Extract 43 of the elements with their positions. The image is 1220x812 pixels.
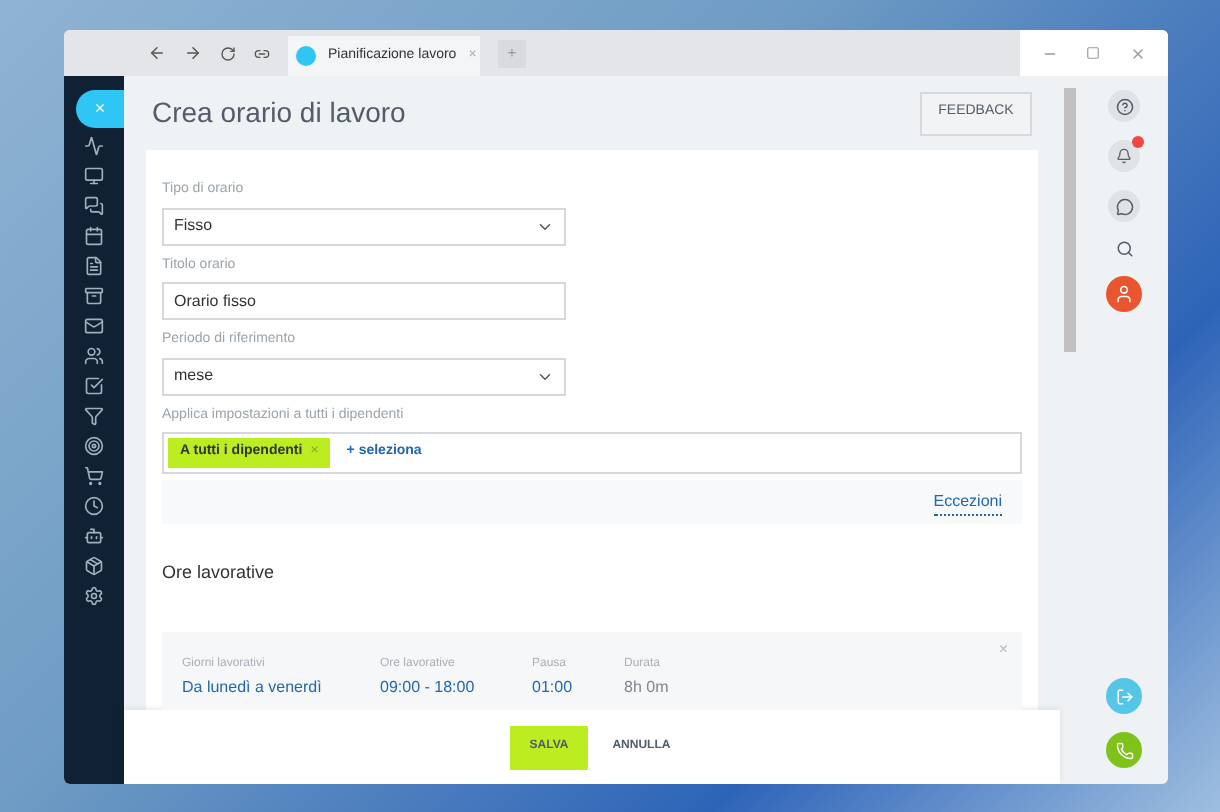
input-field[interactable]: Orario fisso (162, 282, 566, 320)
target-icon[interactable] (84, 436, 104, 456)
checkbox-icon[interactable] (84, 376, 104, 396)
activity-icon[interactable] (84, 136, 104, 156)
chat-button[interactable] (1108, 190, 1140, 222)
column-value[interactable]: 09:00 - 18:00 (380, 675, 475, 699)
link-icon[interactable] (254, 45, 270, 61)
reload-icon[interactable] (220, 45, 236, 61)
clock-icon[interactable] (84, 496, 104, 516)
back-icon[interactable] (148, 44, 166, 62)
filter-icon[interactable] (84, 406, 104, 426)
chat-icon[interactable] (84, 196, 104, 216)
help-button[interactable] (1108, 90, 1140, 122)
section-title: Ore lavorative (162, 560, 275, 586)
calendar-icon[interactable] (84, 226, 104, 246)
exit-icon (1115, 687, 1133, 705)
column-value: 8h 0m (624, 675, 669, 699)
page-title: Crea orario di lavoro (152, 94, 406, 132)
column-value[interactable]: 01:00 (532, 675, 573, 699)
column-value[interactable]: Da lunedì a venerdì (182, 675, 322, 699)
package-icon[interactable] (84, 556, 104, 576)
close-icon[interactable] (1129, 45, 1146, 61)
monitor-icon[interactable] (84, 166, 104, 186)
settings-icon[interactable] (84, 586, 104, 606)
users-icon[interactable] (84, 346, 104, 366)
document-icon[interactable] (84, 256, 104, 276)
select-field[interactable]: mese (162, 357, 566, 395)
robot-icon[interactable] (84, 526, 104, 546)
mail-icon[interactable] (84, 316, 104, 336)
tab-favicon-icon (296, 46, 316, 66)
forward-icon[interactable] (184, 44, 202, 62)
avatar-button[interactable] (1106, 276, 1142, 312)
cart-icon[interactable] (84, 466, 104, 486)
speech-bubble-icon (1115, 197, 1133, 215)
archive-icon[interactable] (84, 286, 104, 306)
exceptions-link[interactable]: Eccezioni (933, 489, 1002, 515)
user-silhouette-icon (1114, 284, 1134, 304)
select-field[interactable]: Fisso (162, 207, 566, 245)
help-icon (1115, 97, 1133, 115)
notifications-button[interactable] (1108, 140, 1140, 172)
bell-icon (1116, 148, 1132, 164)
search-icon[interactable] (1115, 240, 1133, 258)
phone-icon (1115, 741, 1133, 759)
